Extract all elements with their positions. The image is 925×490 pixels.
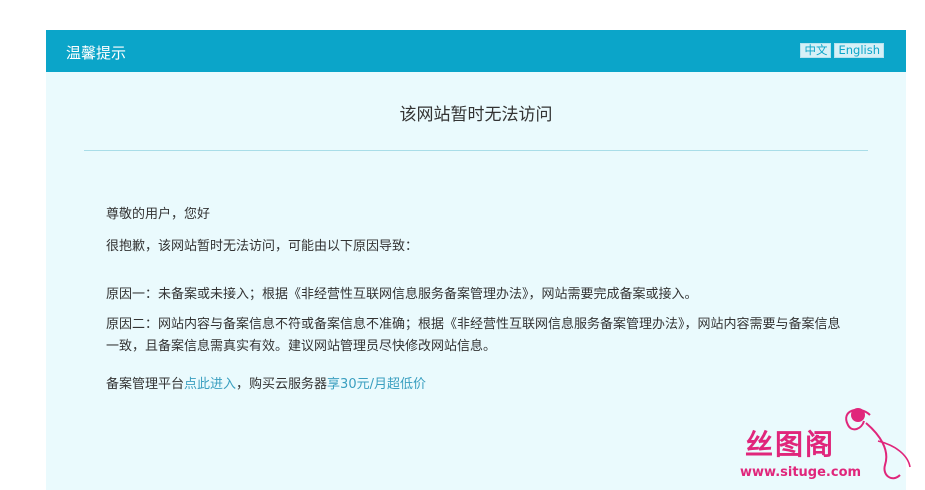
watermark-text: 丝图阁 [745, 428, 836, 461]
header-bar: 温馨提示 中文 English [46, 30, 906, 72]
notice-content: 尊敬的用户，您好 很抱歉，该网站暂时无法访问，可能由以下原因导致： 原因一：未备… [106, 204, 846, 396]
footer-line: 备案管理平台点此进入，购买云服务器享30元/月超低价 [106, 374, 846, 396]
watermark-url: www.situge.com [740, 465, 862, 480]
cloud-server-offer-link[interactable]: 享30元/月超低价 [327, 377, 426, 392]
apology-text: 很抱歉，该网站暂时无法访问，可能由以下原因导致： [106, 239, 419, 254]
page-title: 该网站暂时无法访问 [399, 105, 553, 125]
footer-middle: ，购买云服务器 [236, 377, 328, 392]
divider [84, 150, 868, 151]
lang-chinese-button[interactable]: 中文 [800, 43, 832, 58]
reason-one-text: 原因一：未备案或未接入；根据《非经营性互联网信息服务备案管理办法》，网站需要完成… [106, 287, 698, 302]
lang-english-button[interactable]: English [834, 43, 884, 58]
language-switcher: 中文 English [800, 43, 884, 58]
filing-platform-link[interactable]: 点此进入 [184, 377, 236, 392]
greeting-text: 尊敬的用户，您好 [106, 207, 211, 222]
header-title: 温馨提示 [66, 44, 127, 62]
watermark-logo: 丝图阁 www.situge.com [740, 405, 920, 490]
footer-prefix: 备案管理平台 [106, 377, 185, 392]
reason-two-text: 原因二：网站内容与备案信息不符或备案信息不准确；根据《非经营性互联网信息服务备案… [106, 317, 841, 354]
